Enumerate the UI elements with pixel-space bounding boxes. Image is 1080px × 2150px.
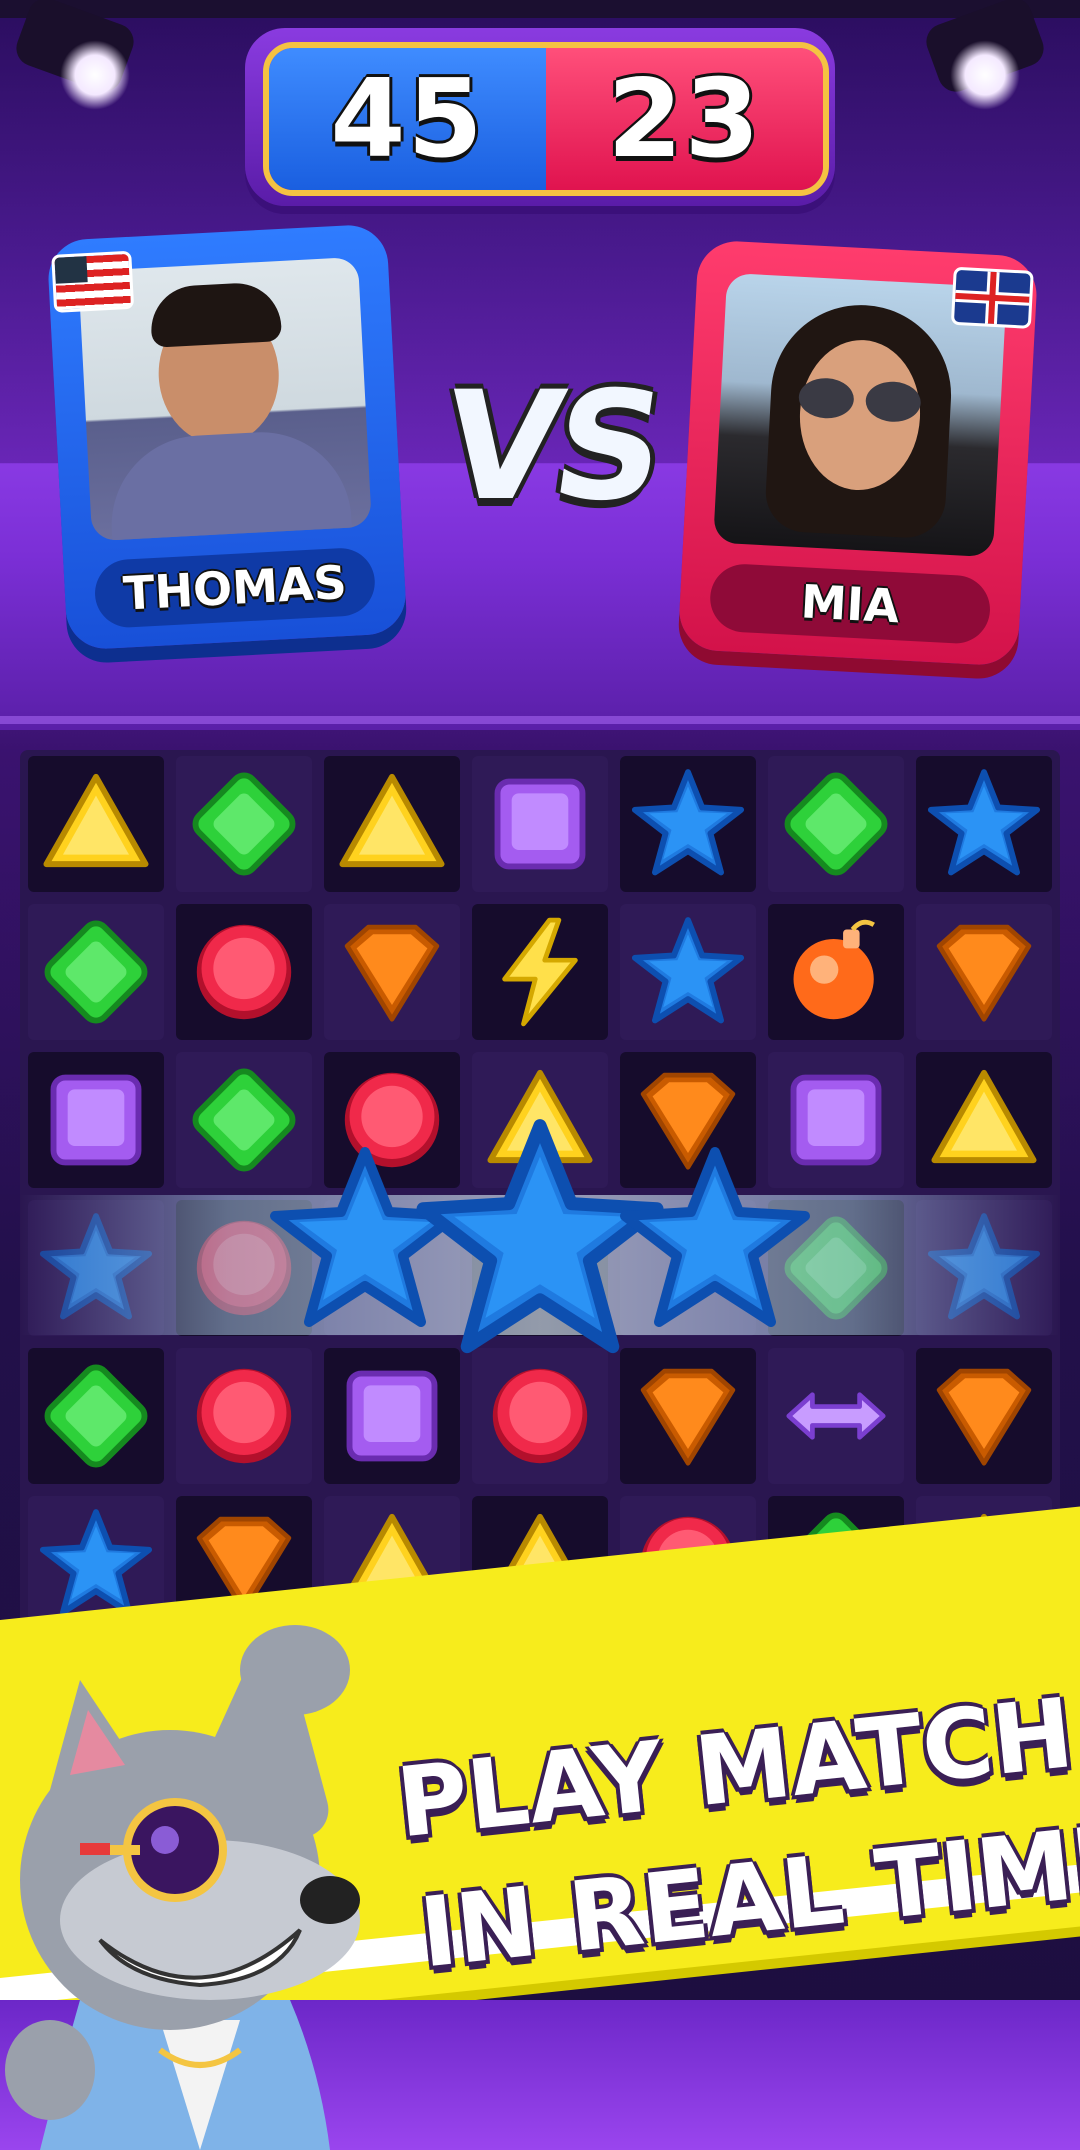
spotlight-left-lamp bbox=[60, 40, 130, 110]
star-gem-icon[interactable] bbox=[620, 904, 756, 1040]
triangle-gem-icon[interactable] bbox=[324, 756, 460, 892]
board-cell[interactable] bbox=[620, 904, 756, 1040]
wolf-mascot-icon bbox=[5, 1625, 360, 2150]
left-score: 45 bbox=[330, 56, 485, 182]
board-cell[interactable] bbox=[768, 1348, 904, 1484]
board-cell[interactable] bbox=[916, 1348, 1052, 1484]
board-cell[interactable] bbox=[176, 756, 312, 892]
player-name-mia: MIA bbox=[799, 574, 901, 634]
us-flag-icon bbox=[51, 250, 135, 313]
spotlight-right-lamp bbox=[950, 40, 1020, 110]
triangle-gem-icon[interactable] bbox=[28, 756, 164, 892]
scoreboard: 45 23 bbox=[245, 28, 835, 206]
circle-gem-icon[interactable] bbox=[176, 904, 312, 1040]
player-name-thomas: THOMAS bbox=[121, 554, 348, 621]
shield-gem-icon[interactable] bbox=[916, 1348, 1052, 1484]
lightning-booster-icon[interactable] bbox=[472, 904, 608, 1040]
bomb-booster-icon[interactable] bbox=[768, 904, 904, 1040]
board-cell[interactable] bbox=[768, 756, 904, 892]
board-cell[interactable] bbox=[28, 904, 164, 1040]
board-cell[interactable] bbox=[916, 904, 1052, 1040]
score-left-panel: 45 bbox=[269, 48, 546, 190]
board-cell[interactable] bbox=[28, 1052, 164, 1188]
matched-star-icon bbox=[620, 1147, 810, 1327]
board-cell[interactable] bbox=[916, 1052, 1052, 1188]
board-cell[interactable] bbox=[176, 1348, 312, 1484]
stage-truss bbox=[0, 0, 1080, 18]
shield-gem-icon[interactable] bbox=[324, 904, 460, 1040]
board-cell[interactable] bbox=[472, 756, 608, 892]
player-card-mia: MIA bbox=[677, 239, 1039, 667]
circle-gem-icon[interactable] bbox=[176, 1348, 312, 1484]
triangle-gem-icon[interactable] bbox=[916, 1052, 1052, 1188]
player-card-thomas: THOMAS bbox=[46, 223, 408, 651]
shield-gem-icon[interactable] bbox=[916, 904, 1052, 1040]
board-cell[interactable] bbox=[324, 756, 460, 892]
diamond-gem-icon[interactable] bbox=[176, 756, 312, 892]
square-gem-icon[interactable] bbox=[472, 756, 608, 892]
board-cell[interactable] bbox=[28, 1348, 164, 1484]
square-gem-icon[interactable] bbox=[28, 1052, 164, 1188]
scoreboard-inner: 45 23 bbox=[263, 42, 829, 196]
star-gem-icon[interactable] bbox=[916, 756, 1052, 892]
uk-flag-icon bbox=[950, 266, 1034, 329]
player-nameplate: THOMAS bbox=[93, 546, 377, 630]
board-cell[interactable] bbox=[472, 904, 608, 1040]
versus-label: VS bbox=[432, 360, 670, 534]
score-right-panel: 23 bbox=[546, 48, 823, 190]
horizontal-arrows-booster-icon[interactable] bbox=[768, 1348, 904, 1484]
board-cell[interactable] bbox=[176, 904, 312, 1040]
board-cell[interactable] bbox=[324, 904, 460, 1040]
diamond-gem-icon[interactable] bbox=[768, 756, 904, 892]
board-cell[interactable] bbox=[28, 756, 164, 892]
player-nameplate: MIA bbox=[708, 562, 992, 646]
stage-edge bbox=[0, 716, 1080, 724]
diamond-gem-icon[interactable] bbox=[28, 1348, 164, 1484]
diamond-gem-icon[interactable] bbox=[28, 904, 164, 1040]
board-cell[interactable] bbox=[768, 904, 904, 1040]
right-score: 23 bbox=[607, 56, 762, 182]
board-cell[interactable] bbox=[916, 756, 1052, 892]
star-gem-icon[interactable] bbox=[620, 756, 756, 892]
board-cell[interactable] bbox=[620, 756, 756, 892]
